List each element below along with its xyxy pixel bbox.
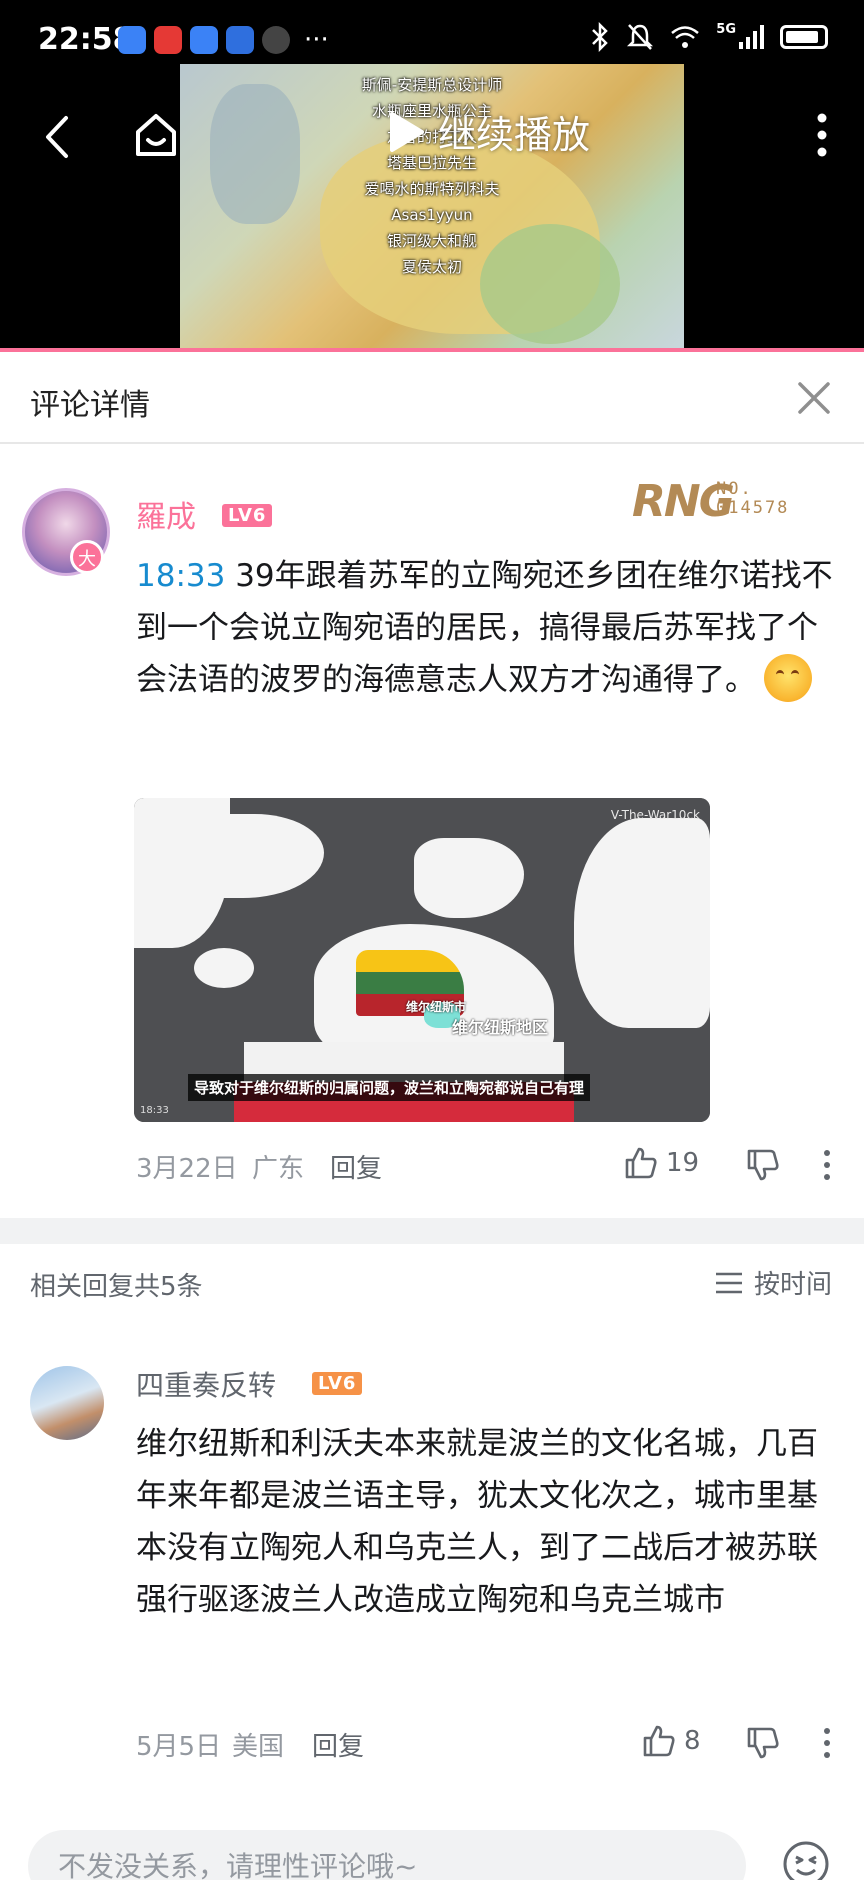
comment-more-icon[interactable] [820, 1726, 834, 1760]
reply-text: 维尔纽斯和利沃夫本来就是波兰的文化名城，几百年来年都是波兰语主导，犹太文化次之，… [136, 1426, 818, 1618]
map-label-city: 维尔纽斯市 [406, 1000, 467, 1014]
comment-location: 广东 [252, 1154, 305, 1184]
close-icon[interactable] [794, 378, 834, 418]
laugh-emoji-icon [764, 653, 812, 702]
app-notification-icon [190, 26, 218, 54]
level-badge: LV6 [222, 504, 273, 527]
avatar[interactable] [30, 1366, 104, 1440]
app-notification-icon [118, 26, 146, 54]
sort-icon [715, 1272, 742, 1293]
fan-emblem[interactable]: RNG NO. 014578 [632, 476, 792, 527]
like-count: 19 [666, 1148, 700, 1178]
vip-badge-icon: 大 [70, 540, 104, 574]
like-count: 8 [684, 1726, 701, 1756]
image-timestamp: 18:33 [140, 1105, 169, 1116]
section-divider [0, 1218, 864, 1244]
mute-icon [627, 24, 654, 50]
wifi-icon [671, 26, 700, 48]
reply-body: 维尔纽斯和利沃夫本来就是波兰的文化名城，几百年来年都是波兰语主导，犹太文化次之，… [136, 1418, 840, 1626]
system-icons: 5G [590, 22, 828, 52]
image-subtitle: 导致对于维尔纽斯的归属问题，波兰和立陶宛都说自己有理 [188, 1074, 591, 1101]
battery-icon [780, 25, 828, 49]
continue-play-label: 继续播放 [438, 113, 591, 157]
thumbs-up-icon [643, 1725, 675, 1757]
sort-label: 按时间 [753, 1270, 832, 1300]
continue-play-button[interactable]: 继续播放 [388, 104, 590, 159]
back-icon[interactable] [38, 112, 78, 162]
emblem-number: NO. 014578 [716, 479, 790, 518]
danmaku-line: Asas1yyun [391, 206, 473, 224]
comment-body: 18:33 39年跟着苏军的立陶宛还乡团在维尔诺找不到一个会说立陶宛语的居民，搞… [136, 550, 840, 706]
reply-location: 美国 [232, 1732, 285, 1762]
comment-more-icon[interactable] [820, 1148, 834, 1182]
comment-text: 39年跟着苏军的立陶宛还乡团在维尔诺找不到一个会说立陶宛语的居民，搞得最后苏军找… [136, 558, 833, 698]
app-notification-icon [262, 26, 290, 54]
thumbs-down-icon[interactable] [746, 1726, 780, 1760]
reply-button[interactable]: 回复 [330, 1148, 382, 1185]
image-watermark: V-The-War10ck [610, 808, 700, 822]
app-notification-icon [154, 26, 182, 54]
thumbs-up-icon [625, 1147, 657, 1179]
bluetooth-icon [592, 22, 609, 52]
more-icon[interactable] [814, 110, 830, 160]
reply-date: 5月5日 [136, 1732, 222, 1762]
like-button[interactable]: 8 [642, 1724, 701, 1758]
comment-input-bar[interactable] [28, 1830, 746, 1880]
like-button[interactable]: 19 [624, 1146, 699, 1180]
notification-icons: ··· [118, 26, 329, 54]
comment-detail-header: 评论详情 [0, 352, 864, 444]
video-timestamp-link[interactable]: 18:33 [136, 558, 225, 594]
comment-input[interactable] [58, 1842, 698, 1880]
level-badge: LV6 [312, 1372, 363, 1395]
emoji-icon[interactable] [782, 1840, 830, 1880]
reply-button[interactable]: 回复 [312, 1726, 364, 1763]
map-label-region: 维尔纽斯地区 [452, 1018, 549, 1037]
status-bar: 22:58 ··· 5G [0, 0, 864, 80]
home-icon[interactable] [132, 110, 180, 160]
comment-date: 3月22日 [136, 1154, 238, 1184]
danmaku-line: 爱喝水的斯特列科夫 [364, 180, 500, 198]
play-icon [390, 111, 424, 152]
danmaku-line: 银河级大和舰 [386, 232, 477, 250]
signal-icon [739, 25, 764, 49]
thumbs-down-icon[interactable] [746, 1148, 780, 1182]
page-title: 评论详情 [30, 388, 150, 423]
danmaku-line: 夏侯太初 [401, 258, 462, 276]
reply-username[interactable]: 四重奏反转 [136, 1364, 276, 1404]
sort-button[interactable]: 按时间 [714, 1264, 832, 1301]
more-notifications-icon: ··· [304, 25, 329, 55]
related-replies-count: 相关回复共5条 [30, 1272, 203, 1302]
comment-username[interactable]: 羅成 [136, 492, 196, 536]
app-notification-icon [226, 26, 254, 54]
network-type: 5G [716, 21, 736, 37]
comment-image[interactable]: V-The-War10ck 维尔纽斯市 维尔纽斯地区 导致对于维尔纽斯的归属问题… [134, 798, 710, 1122]
video-player[interactable]: 斯佩-安提斯总设计师 水瓶座里水瓶公主 友善的打工人 塔基巴拉先生 爱喝水的斯特… [0, 0, 864, 350]
